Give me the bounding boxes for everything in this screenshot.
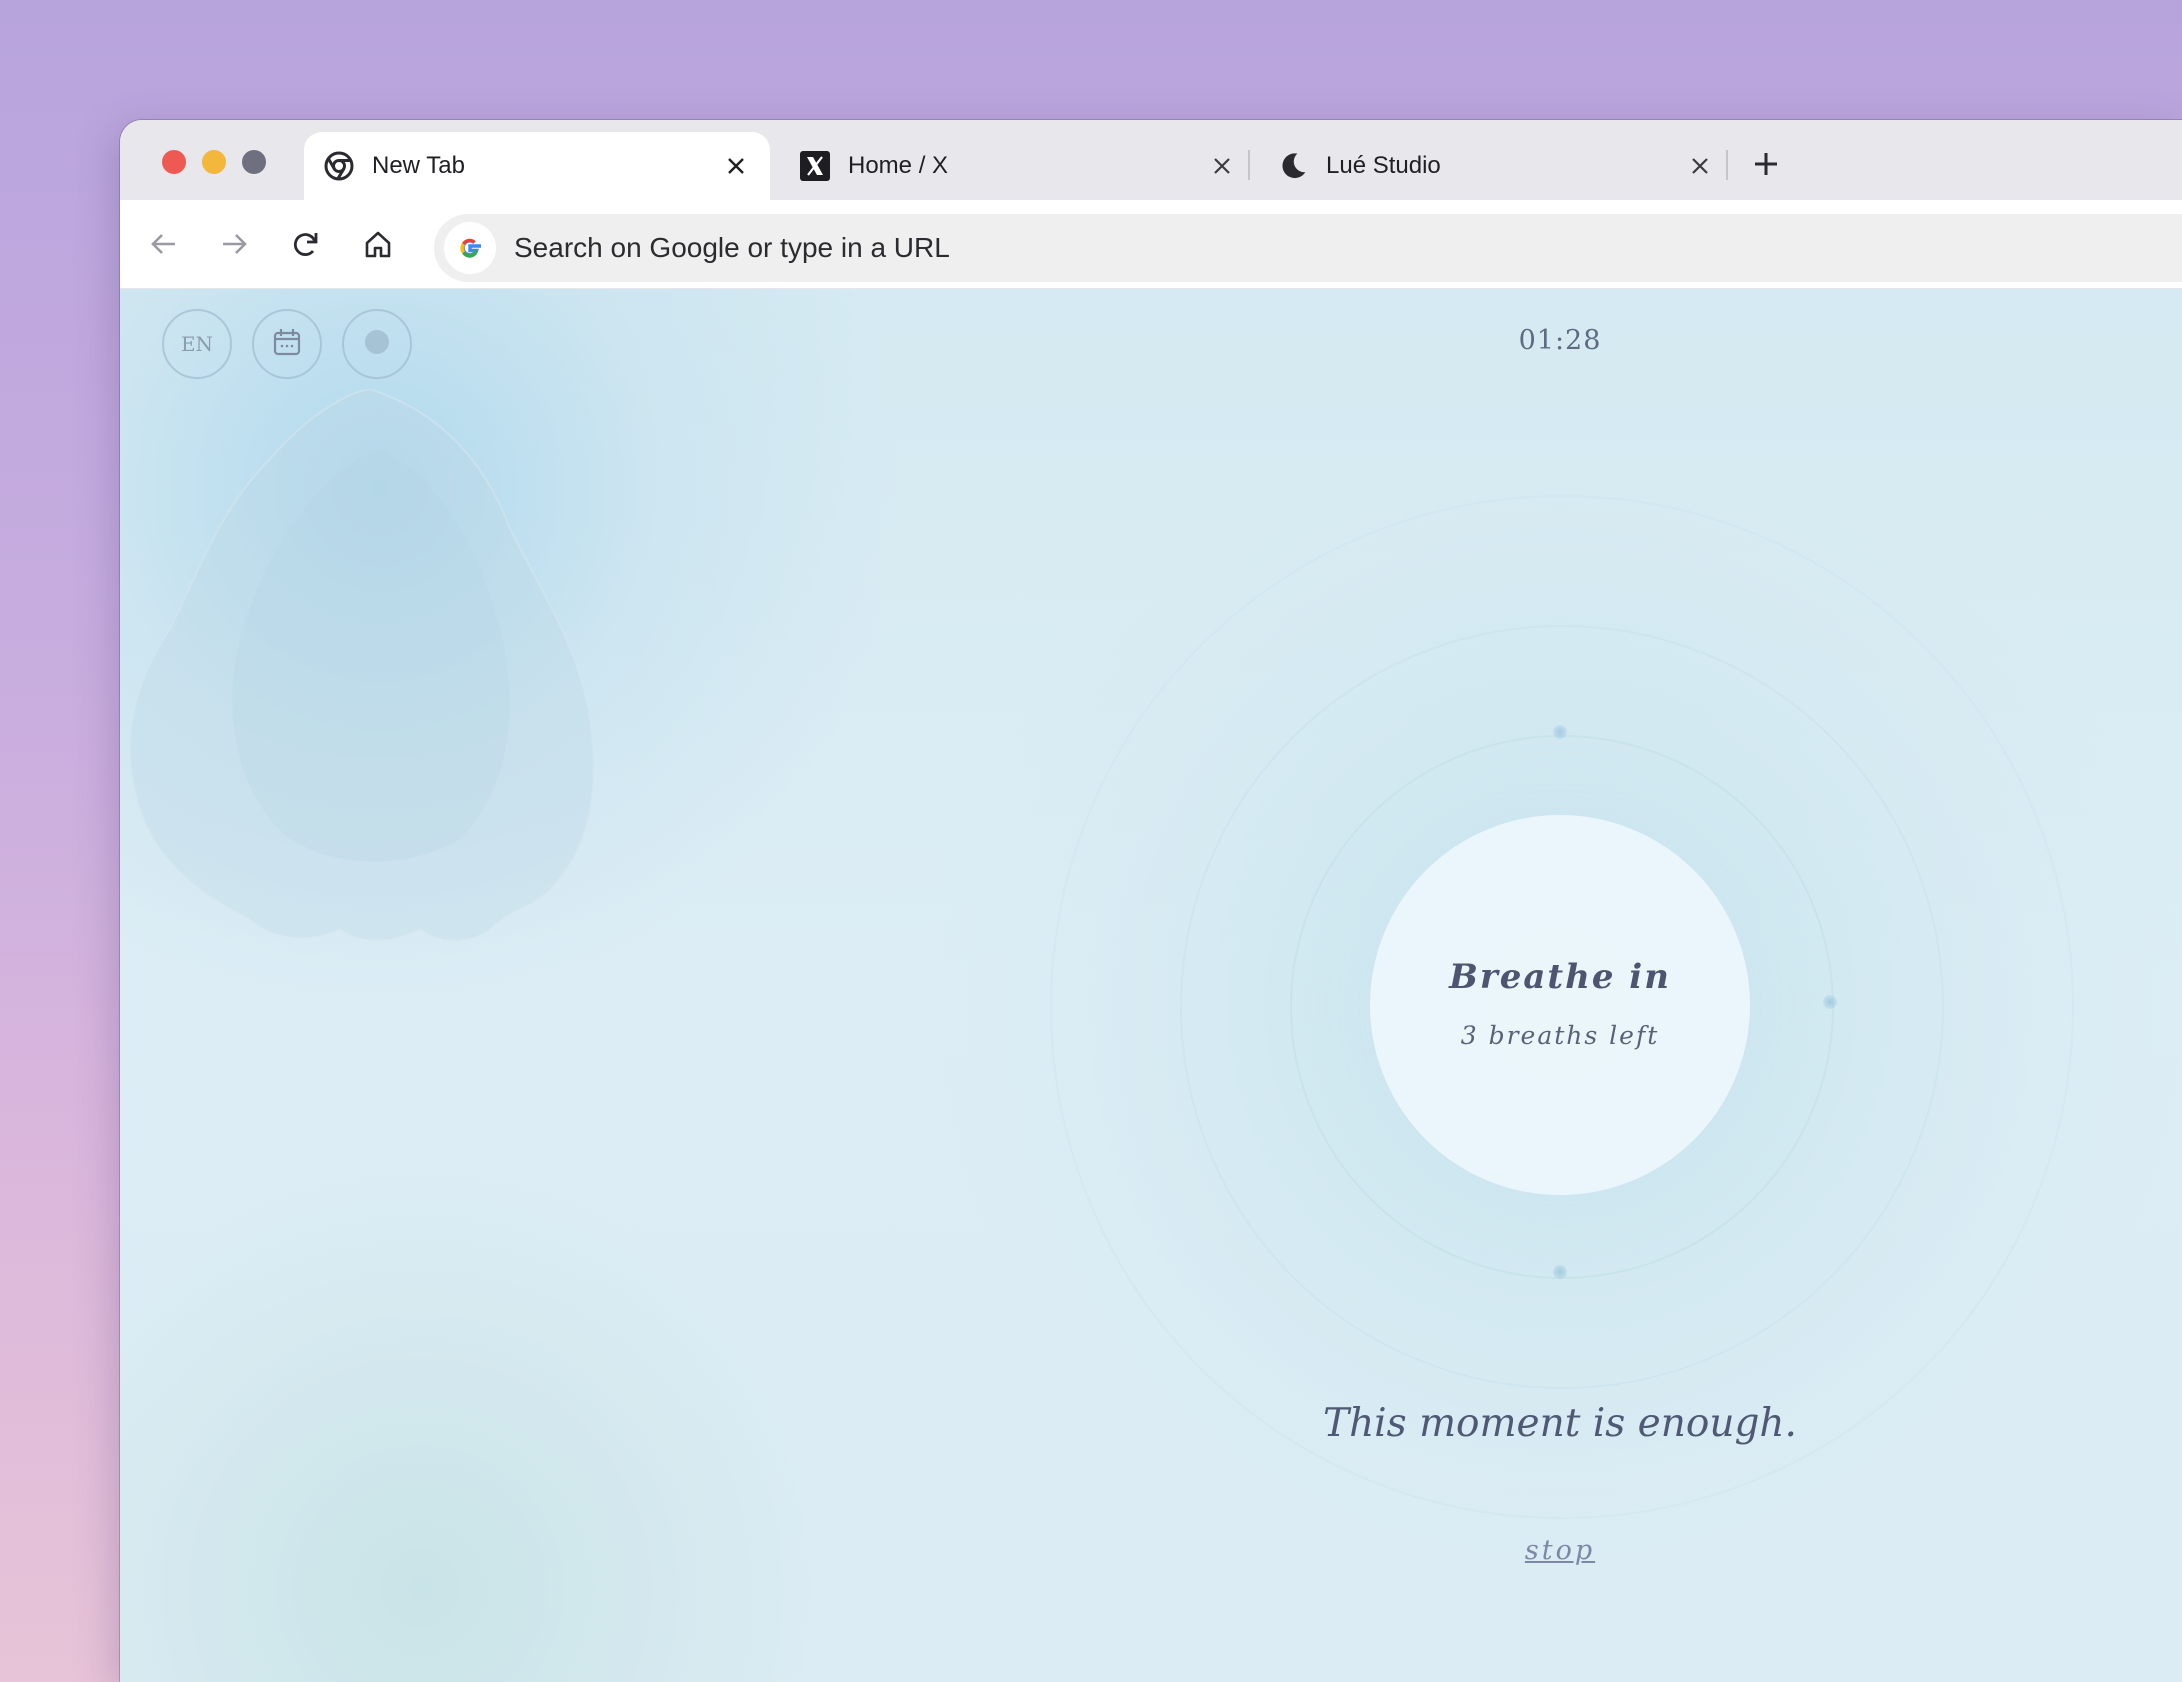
tab-label: Home / X <box>848 152 949 179</box>
tab-separator <box>1248 150 1250 180</box>
tab-strip: New Tab Home / X Lué Studio <box>120 120 2182 200</box>
search-input[interactable]: Search on Google or type in a URL <box>514 232 950 264</box>
chrome-icon <box>324 151 354 181</box>
tab-separator <box>1726 150 1728 180</box>
tab-label: New Tab <box>372 152 465 179</box>
decorative-ghost-shape <box>129 389 595 942</box>
breath-instruction: Breathe in <box>1449 957 1671 997</box>
x-logo-icon <box>800 151 830 181</box>
calendar-icon <box>271 326 303 363</box>
calendar-button[interactable] <box>252 309 322 379</box>
close-tab-icon[interactable] <box>722 152 750 180</box>
language-button[interactable]: EN <box>162 309 232 379</box>
circle-dot-icon <box>363 328 391 361</box>
forward-arrow-icon[interactable] <box>212 222 256 266</box>
zoom-window-button[interactable] <box>242 150 266 174</box>
orbit-dot <box>1553 725 1567 739</box>
address-bar[interactable]: Search on Google or type in a URL <box>434 214 2182 282</box>
minimize-window-button[interactable] <box>202 150 226 174</box>
page-content: EN 01:28 Breathe in 3 breaths left This … <box>120 289 2182 1682</box>
tab-lue-studio[interactable]: Lué Studio <box>1258 132 1734 200</box>
session-timer: 01:28 <box>1518 325 1602 356</box>
language-label: EN <box>180 332 214 356</box>
affirmation-quote: This moment is enough. <box>1323 1401 1797 1446</box>
breathing-circle <box>1370 815 1750 1195</box>
tab-home-x[interactable]: Home / X <box>780 132 1256 200</box>
browser-toolbar: Search on Google or type in a URL <box>120 200 2182 289</box>
back-arrow-icon[interactable] <box>142 222 186 266</box>
close-tab-icon[interactable] <box>1208 152 1236 180</box>
theme-button[interactable] <box>342 309 412 379</box>
new-tab-button[interactable] <box>1748 146 1784 182</box>
close-window-button[interactable] <box>162 150 186 174</box>
tab-label: Lué Studio <box>1326 152 1441 179</box>
tab-new-tab[interactable]: New Tab <box>304 132 770 200</box>
orbit-dot <box>1553 1265 1567 1279</box>
reload-icon[interactable] <box>284 222 328 266</box>
close-tab-icon[interactable] <box>1686 152 1714 180</box>
stop-button[interactable]: stop <box>1525 1535 1595 1566</box>
google-icon <box>444 222 496 274</box>
browser-window: New Tab Home / X Lué Studio Search on Go… <box>120 120 2182 1682</box>
orbit-dot <box>1823 995 1837 1009</box>
moon-icon <box>1278 151 1308 181</box>
breaths-remaining: 3 breaths left <box>1460 1021 1660 1050</box>
home-icon[interactable] <box>356 222 400 266</box>
